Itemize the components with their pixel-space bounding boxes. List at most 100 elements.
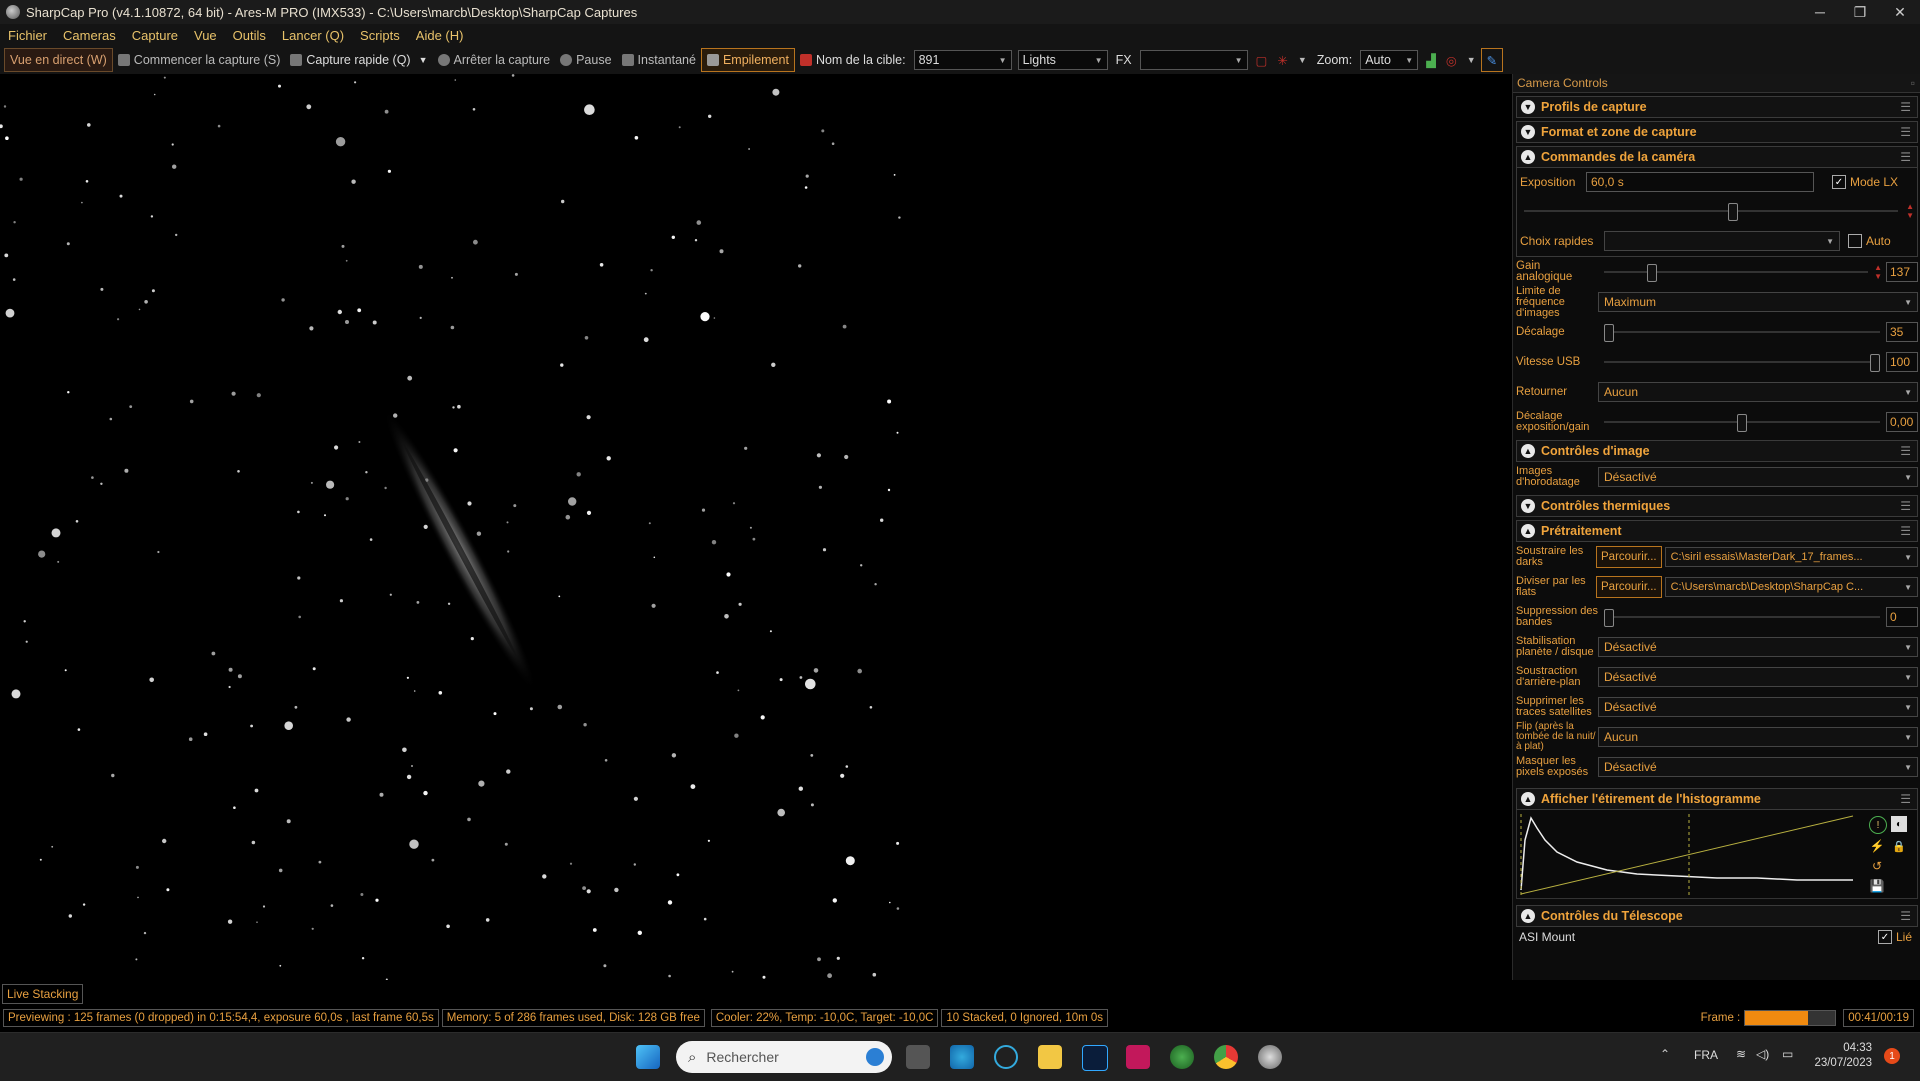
menu-view[interactable]: Vue <box>186 28 225 43</box>
hotpixels-select[interactable]: Désactivé ▼ <box>1598 757 1918 777</box>
reset-icon[interactable]: ↺ <box>1869 858 1885 874</box>
edge-icon[interactable] <box>950 1045 974 1069</box>
histogram-view[interactable]: ! ◐ ⚡ 🔒 ↺ 💾 <box>1516 810 1918 899</box>
taskbar-search[interactable]: ⌕ Rechercher <box>676 1041 892 1073</box>
section-capture-profiles[interactable]: ▼ Profils de capture ☰ <box>1516 96 1918 118</box>
exposure-spinner[interactable]: ▲ ▼ <box>1906 202 1914 220</box>
section-thermal-controls[interactable]: ▼ Contrôles thermiques ☰ <box>1516 495 1918 517</box>
slider-thumb[interactable] <box>1647 264 1657 282</box>
battery-icon[interactable]: ▭ <box>1782 1047 1793 1061</box>
flats-browse-button[interactable]: Parcourir... <box>1596 576 1662 598</box>
section-image-controls[interactable]: ▲ Contrôles d'image ☰ <box>1516 440 1918 462</box>
slider-thumb[interactable] <box>1728 203 1738 221</box>
stabilize-select[interactable]: Désactivé ▼ <box>1598 637 1918 657</box>
exposure-gain-slider[interactable] <box>1604 412 1880 432</box>
live-stacking-tab[interactable]: Live Stacking <box>2 984 84 1004</box>
slider-thumb[interactable] <box>1604 324 1614 342</box>
stacking-button[interactable]: Empilement <box>700 48 795 72</box>
exposure-gain-value[interactable]: 0,00 <box>1886 412 1918 432</box>
menu-icon[interactable]: ☰ <box>1900 150 1911 164</box>
offset-value[interactable]: 35 <box>1886 322 1918 342</box>
taskbar-clock[interactable]: 04:33 23/07/2023 <box>1810 1041 1872 1071</box>
focus-icon[interactable]: ◎ <box>1441 49 1462 71</box>
flip-select[interactable]: Aucun ▼ <box>1598 382 1918 402</box>
maximize-button[interactable]: ❐ <box>1840 0 1880 24</box>
menu-capture[interactable]: Capture <box>124 28 186 43</box>
usb-slider[interactable] <box>1604 352 1880 372</box>
slider-thumb[interactable] <box>1870 354 1880 372</box>
darks-path-select[interactable]: C:\siril essais\MasterDark_17_frames... ▼ <box>1664 547 1918 567</box>
chevron-down-icon[interactable]: ▼ <box>419 55 428 65</box>
bing-icon[interactable] <box>866 1048 884 1066</box>
feather-icon[interactable]: ✎ <box>1480 48 1504 72</box>
linked-checkbox[interactable]: ✓ Lié <box>1877 930 1912 944</box>
slider-thumb[interactable] <box>1737 414 1747 432</box>
quick-choices-select[interactable]: ▼ <box>1604 231 1840 251</box>
quick-capture-button[interactable]: Capture rapide (Q) ▼ <box>285 49 432 71</box>
slider-thumb[interactable] <box>1604 609 1614 627</box>
menu-icon[interactable]: ☰ <box>1900 909 1911 923</box>
menu-icon[interactable]: ☰ <box>1900 499 1911 513</box>
section-format[interactable]: ▼ Format et zone de capture ☰ <box>1516 121 1918 143</box>
zoom-combo[interactable]: Auto ▼ <box>1360 50 1419 70</box>
flats-path-select[interactable]: C:\Users\marcb\Desktop\SharpCap C... ▼ <box>1664 577 1918 597</box>
gain-slider[interactable] <box>1604 262 1869 282</box>
chrome-icon[interactable] <box>1214 1045 1238 1069</box>
phd-guiding-icon[interactable] <box>1170 1045 1194 1069</box>
exposure-input[interactable]: 60,0 s <box>1586 172 1814 192</box>
sharpcap-taskbar-icon[interactable] <box>1258 1045 1282 1069</box>
background-select[interactable]: Désactivé ▼ <box>1598 667 1918 687</box>
save-icon[interactable]: 💾 <box>1869 878 1885 894</box>
section-preprocessing[interactable]: ▲ Prétraitement ☰ <box>1516 520 1918 542</box>
flip-after-select[interactable]: Aucun ▼ <box>1598 727 1918 747</box>
app-icon[interactable] <box>1126 1045 1150 1069</box>
section-telescope[interactable]: ▲ Contrôles du Télescope ☰ <box>1516 905 1918 927</box>
frame-type-combo[interactable]: Lights ▼ <box>1017 50 1108 70</box>
section-histogram[interactable]: ▲ Afficher l'étirement de l'histogramme … <box>1516 788 1918 810</box>
start-capture-button[interactable]: Commencer la capture (S) <box>113 49 286 71</box>
offset-slider[interactable] <box>1604 322 1880 342</box>
photoshop-icon[interactable] <box>1082 1045 1108 1071</box>
target-name-combo[interactable]: 891 ▼ <box>913 50 1012 70</box>
reticle-icon[interactable]: ▢ <box>1251 49 1273 71</box>
live-view-button[interactable]: Vue en direct (W) <box>4 48 113 72</box>
gain-spinner[interactable]: ▲ ▼ <box>1874 263 1882 281</box>
file-explorer-icon[interactable] <box>1038 1045 1062 1069</box>
timestamp-select[interactable]: Désactivé ▼ <box>1598 467 1918 487</box>
wifi-icon[interactable]: ≋ <box>1736 1047 1746 1061</box>
banding-slider[interactable] <box>1604 607 1880 627</box>
chevron-down-icon[interactable]: ▼ <box>1462 49 1481 71</box>
minimize-button[interactable]: ─ <box>1800 0 1840 24</box>
language-indicator[interactable]: FRA <box>1694 1048 1718 1062</box>
chevron-up-icon[interactable]: ⌃ <box>1660 1047 1670 1061</box>
close-button[interactable]: ✕ <box>1880 0 1920 24</box>
stop-capture-button[interactable]: Arrêter la capture <box>433 49 556 71</box>
banding-value[interactable]: 0 <box>1886 607 1918 627</box>
menu-cameras[interactable]: Cameras <box>55 28 124 43</box>
framerate-select[interactable]: Maximum ▼ <box>1598 292 1918 312</box>
menu-icon[interactable]: ☰ <box>1900 100 1911 114</box>
fx-combo[interactable]: ▼ <box>1139 50 1248 70</box>
info-icon[interactable]: ! <box>1869 816 1887 834</box>
task-view-icon[interactable] <box>906 1045 930 1069</box>
image-viewer[interactable] <box>0 74 908 980</box>
usb-value[interactable]: 100 <box>1886 352 1918 372</box>
notification-badge[interactable]: 1 <box>1884 1048 1900 1064</box>
volume-icon[interactable]: ◁) <box>1756 1047 1769 1061</box>
cortana-icon[interactable] <box>994 1045 1018 1069</box>
lx-mode-checkbox[interactable]: ✓ Mode LX <box>1832 175 1898 189</box>
lock-icon[interactable]: 🔒 <box>1891 838 1907 854</box>
satellite-select[interactable]: Désactivé ▼ <box>1598 697 1918 717</box>
darks-browse-button[interactable]: Parcourir... <box>1596 546 1662 568</box>
menu-help[interactable]: Aide (H) <box>408 28 472 43</box>
crosshair-icon[interactable]: ✳ <box>1272 49 1292 71</box>
section-camera-controls[interactable]: ▲ Commandes de la caméra ☰ <box>1516 146 1918 168</box>
menu-scripts[interactable]: Scripts <box>352 28 408 43</box>
lightning-icon[interactable]: ⚡ <box>1869 838 1885 854</box>
pause-button[interactable]: Pause <box>555 49 616 71</box>
menu-icon[interactable]: ☰ <box>1900 444 1911 458</box>
chevron-down-icon[interactable]: ▼ <box>1293 49 1312 71</box>
menu-icon[interactable]: ☰ <box>1900 125 1911 139</box>
exposure-slider[interactable] <box>1524 201 1899 221</box>
snapshot-button[interactable]: Instantané <box>617 49 701 71</box>
